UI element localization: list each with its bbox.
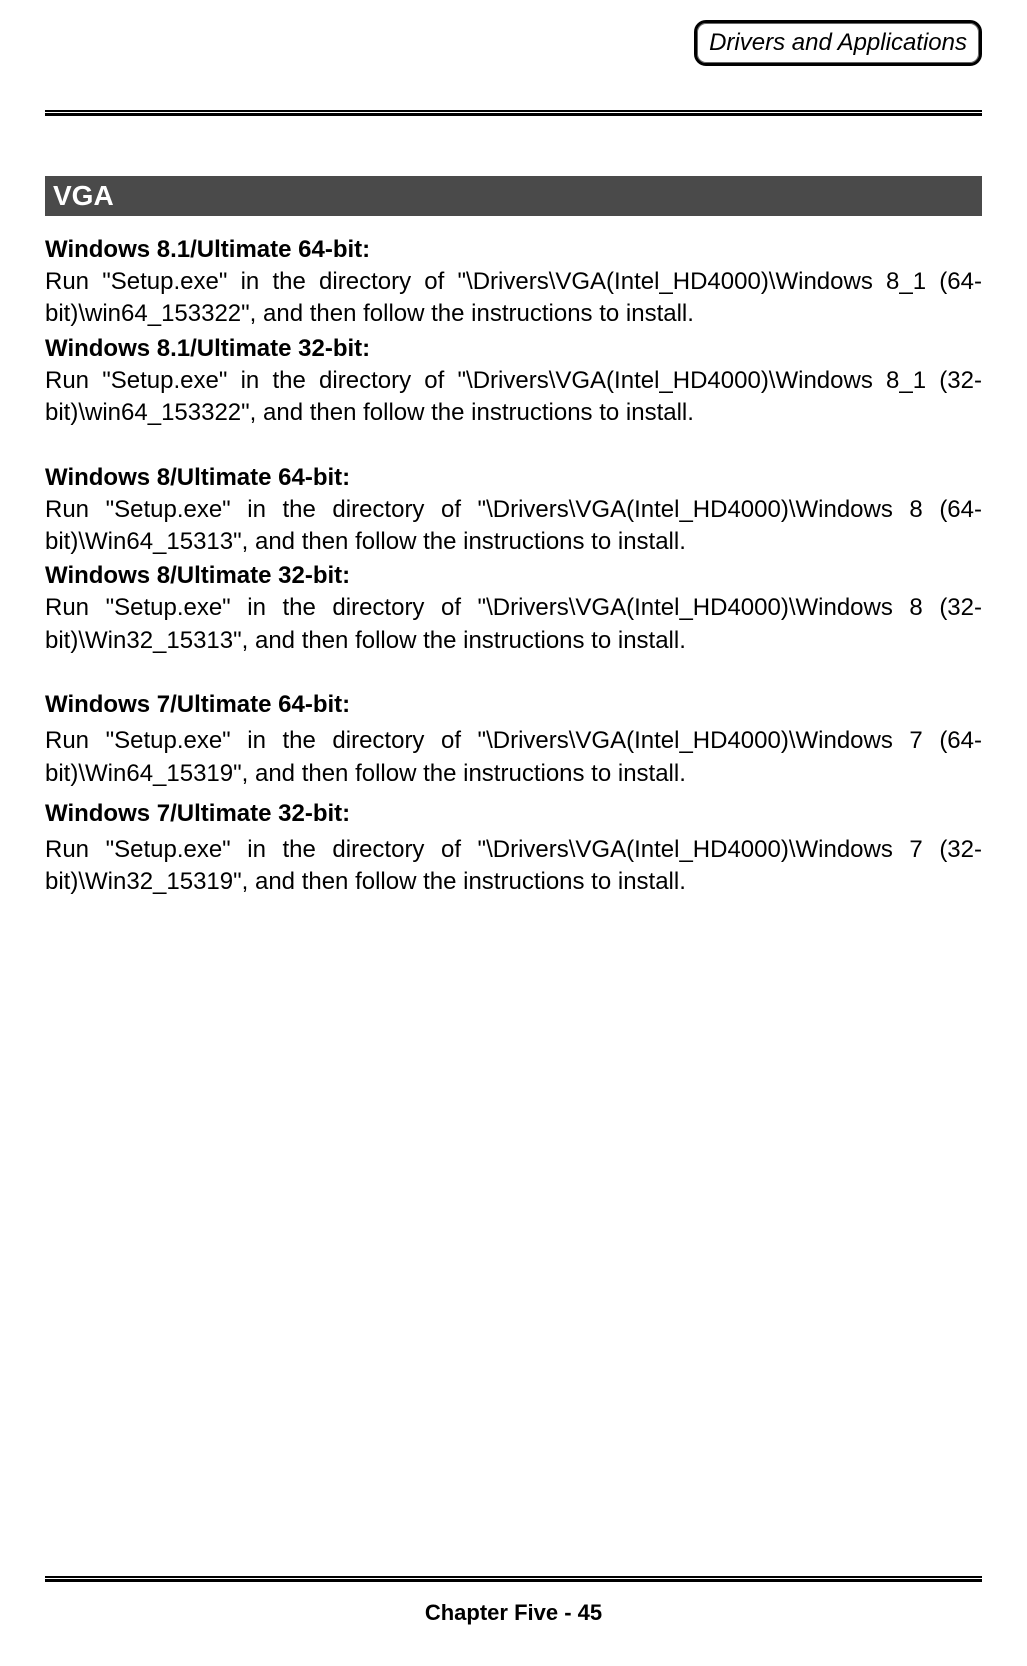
header-badge: Drivers and Applications [694,20,982,66]
page-number: Chapter Five - 45 [45,1600,982,1626]
entry-heading: Windows 8.1/Ultimate 64-bit: [45,236,982,264]
spacer [45,659,982,687]
header-divider [45,110,982,116]
page-content: VGA Windows 8.1/Ultimate 64-bit: Run "Se… [45,176,982,899]
entry-body: Run "Setup.exe" in the directory of "\Dr… [45,592,982,657]
entry-body: Run "Setup.exe" in the directory of "\Dr… [45,725,982,790]
entry-heading: Windows 8/Ultimate 32-bit: [45,562,982,590]
section-title-bar: VGA [45,176,982,216]
entry-body: Run "Setup.exe" in the directory of "\Dr… [45,266,982,331]
entry-body: Run "Setup.exe" in the directory of "\Dr… [45,365,982,430]
entry-body: Run "Setup.exe" in the directory of "\Dr… [45,834,982,899]
entry-heading: Windows 8.1/Ultimate 32-bit: [45,335,982,363]
spacer [45,432,982,460]
entry-heading: Windows 7/Ultimate 64-bit: [45,691,982,719]
entry-heading: Windows 7/Ultimate 32-bit: [45,800,982,828]
page-footer: Chapter Five - 45 [45,1576,982,1626]
entry-heading: Windows 8/Ultimate 64-bit: [45,464,982,492]
footer-divider [45,1576,982,1582]
spacer [45,792,982,796]
page-header: Drivers and Applications [45,30,982,90]
entry-body: Run "Setup.exe" in the directory of "\Dr… [45,494,982,559]
